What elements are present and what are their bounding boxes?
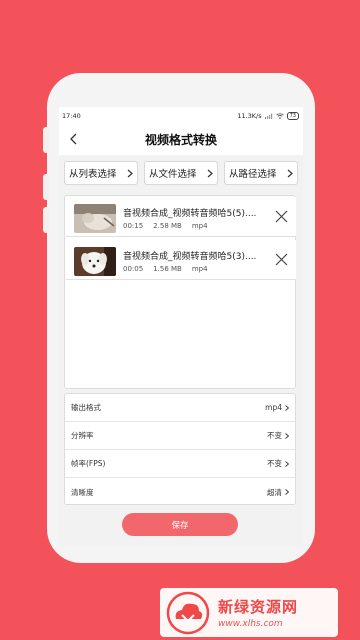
source-button-row: 从列表选择 从文件选择 从路径选择 [64,161,303,185]
button-label: 从列表选择 [69,169,117,180]
close-icon[interactable] [275,253,288,266]
file-name: 音视频合成_视频转音频哈5(5).... [123,209,257,219]
close-icon[interactable] [275,210,288,223]
phone-side-button [43,127,49,153]
setting-label: 帧率(FPS) [71,459,106,468]
setting-value: 超清 [267,487,282,497]
chevron-right-icon [127,169,133,178]
file-list-item[interactable]: 音视频合成_视频转音频哈5(5).... 00:15 2.58 MB mp4 [66,197,296,237]
setting-value: 不变 [267,431,282,440]
signal-icon [264,113,272,119]
chevron-right-icon [285,489,289,495]
back-arrow-icon[interactable] [67,132,81,146]
status-net-speed: 11.3K/s [237,111,262,120]
app-header: 视频格式转换 [59,124,303,155]
setting-resolution[interactable]: 分辨率 不变 [65,422,295,450]
setting-label: 输出格式 [71,403,101,412]
app-screen: 17:40 11.3K/s 73 视频格式转换 从列表选择 从文件选择 从路径选… [59,107,303,547]
cat-photo-icon [74,204,116,233]
file-duration: 00:15 [123,222,144,230]
chevron-right-icon [287,169,293,178]
file-list-item[interactable]: 音视频合成_视频转音频哈5(3).... 00:05 1.56 MB mp4 [66,240,296,280]
video-thumbnail [74,247,116,276]
status-bar: 17:40 11.3K/s 73 [59,107,303,124]
chevron-right-icon [285,404,289,411]
file-size: 1.56 MB [153,265,182,273]
select-from-list-button[interactable]: 从列表选择 [64,161,138,185]
file-size: 2.58 MB [153,222,182,230]
dog-photo-icon [74,247,116,276]
setting-label: 分辨率 [71,431,94,440]
battery-icon: 73 [286,111,299,120]
phone-side-button [43,207,49,233]
file-duration: 00:05 [123,265,144,273]
watermark-url: www.xlhs.com [218,619,283,629]
setting-clarity[interactable]: 清晰度 超清 [65,478,295,506]
select-from-path-button[interactable]: 从路径选择 [224,161,298,185]
file-format: mp4 [191,265,208,273]
chevron-right-icon [207,169,213,178]
file-meta: 00:15 2.58 MB mp4 [123,222,208,230]
button-label: 从路径选择 [229,169,277,180]
file-list: 音视频合成_视频转音频哈5(5).... 00:15 2.58 MB mp4 音… [64,195,296,389]
status-time: 17:40 [62,111,81,120]
output-settings: 输出格式 mp4 分辨率 不变 帧率(FPS) 不变 清晰度 超清 [64,393,296,505]
page-title: 视频格式转换 [144,133,217,147]
button-label: 从文件选择 [149,169,197,180]
video-thumbnail [74,204,116,233]
setting-frame-rate[interactable]: 帧率(FPS) 不变 [65,450,295,478]
phone-side-button [43,174,49,200]
select-from-file-button[interactable]: 从文件选择 [144,161,218,185]
file-meta: 00:05 1.56 MB mp4 [123,265,208,273]
file-name: 音视频合成_视频转音频哈5(3).... [123,252,257,262]
file-format: mp4 [191,222,208,230]
setting-output-format[interactable]: 输出格式 mp4 [65,394,295,422]
chevron-right-icon [285,432,289,439]
wifi-icon [275,112,284,119]
chevron-right-icon [285,460,289,467]
setting-label: 清晰度 [71,487,94,497]
setting-value: 不变 [267,459,282,468]
cloud-logo-icon [166,591,210,634]
save-button[interactable]: 保存 [122,513,238,536]
setting-value: mp4 [265,403,282,412]
watermark-title: 新绿资源网 [218,598,299,616]
site-watermark: 新绿资源网 www.xlhs.com [160,588,338,637]
